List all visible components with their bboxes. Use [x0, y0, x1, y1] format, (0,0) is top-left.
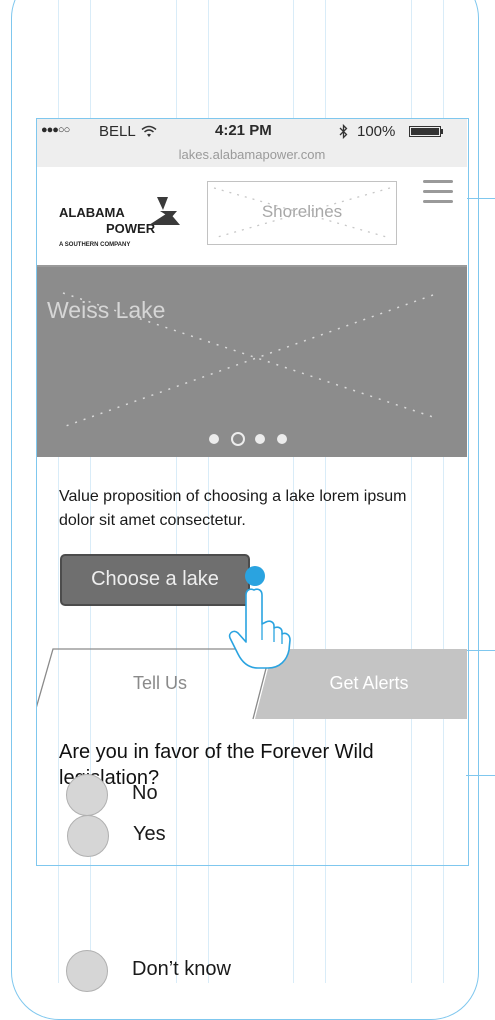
poll-option-no[interactable]: No — [66, 774, 366, 818]
hero-carousel[interactable]: Weiss Lake — [37, 267, 467, 457]
hero-title: Weiss Lake — [47, 297, 166, 323]
site-header: ALABAMA POWER A SOUTHERN COMPANY Shoreli… — [37, 167, 467, 267]
section-title: Shorelines — [261, 202, 343, 221]
tab-get-alerts[interactable]: Get Alerts — [279, 673, 459, 694]
hero-image-placeholder — [62, 292, 434, 428]
carousel-pagination[interactable] — [209, 432, 299, 446]
url-text: lakes.alabamapower.com — [178, 147, 326, 162]
carrier-name: BELL — [99, 123, 136, 140]
choose-lake-button[interactable]: Choose a lake — [60, 554, 250, 606]
carousel-dot-active[interactable] — [231, 432, 245, 446]
option-label-yes: Yes — [133, 823, 166, 845]
browser-url-bar[interactable]: lakes.alabamapower.com — [37, 145, 467, 168]
poll-option-yes[interactable]: Yes — [67, 815, 367, 859]
option-label-no: No — [132, 782, 158, 804]
battery-icon — [409, 126, 441, 137]
option-label-dont-know: Don’t know — [132, 958, 231, 980]
battery-percent: 100% — [357, 123, 396, 140]
annotation-line-tabs — [466, 650, 495, 651]
value-proposition-text: Value proposition of choosing a lake lor… — [59, 488, 407, 529]
tap-indicator-dot — [245, 566, 265, 586]
clock: 4:21 PM — [215, 122, 272, 139]
wifi-icon — [141, 125, 157, 137]
alabama-power-emblem-icon — [149, 197, 180, 225]
annotation-line-header — [466, 198, 495, 199]
radio-button[interactable] — [67, 815, 109, 857]
signal-strength: ●●●○○ — [41, 124, 70, 136]
choose-lake-label: Choose a lake — [91, 568, 219, 590]
alabama-power-logo[interactable]: ALABAMA POWER A SOUTHERN COMPANY — [59, 197, 199, 258]
radio-button[interactable] — [66, 950, 108, 992]
tab-tell-us[interactable]: Tell Us — [77, 673, 243, 694]
tap-hand-icon — [228, 588, 291, 669]
status-bar: ●●●○○ BELL 4:21 PM 100% — [37, 119, 467, 145]
logo-alabama: ALABAMA — [59, 205, 125, 220]
section-title-placeholder: Shorelines — [207, 181, 397, 245]
radio-button[interactable] — [66, 774, 108, 816]
hamburger-menu-icon[interactable] — [423, 179, 453, 205]
carousel-dot[interactable] — [277, 434, 287, 444]
poll-option-dont-know[interactable]: Don’t know — [66, 950, 366, 994]
logo-subtitle: A SOUTHERN COMPANY — [59, 242, 131, 248]
phone-viewport: ●●●○○ BELL 4:21 PM 100% lakes.alabamapow… — [36, 118, 469, 866]
carousel-dot[interactable] — [209, 434, 219, 444]
bluetooth-icon — [339, 124, 348, 139]
annotation-line-poll — [466, 775, 495, 776]
carousel-dot[interactable] — [255, 434, 265, 444]
